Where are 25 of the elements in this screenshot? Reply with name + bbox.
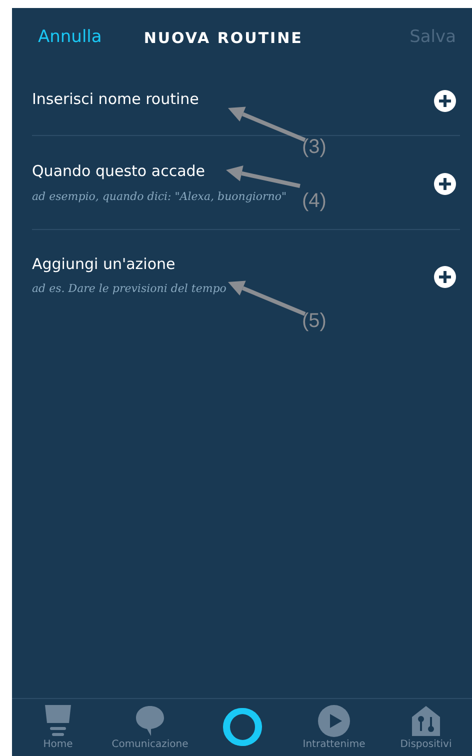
nav-item[interactable]: Home	[13, 705, 103, 751]
house-icon	[411, 705, 441, 737]
row-title: Quando questo accade	[32, 161, 206, 182]
cancel-button[interactable]: Annulla	[38, 25, 102, 51]
annotation-label: (4)	[302, 189, 326, 214]
add-icon[interactable]	[434, 88, 456, 110]
row-title: Inserisci nome routine	[32, 89, 199, 110]
speech-bubble-icon	[135, 705, 165, 737]
add-icon[interactable]	[434, 264, 456, 286]
nav-label: Intrattenime	[302, 739, 366, 751]
play-icon	[318, 705, 350, 737]
row-hint: ad esempio, quando dici: "Alexa, buongiorno"	[32, 188, 287, 204]
lamp-icon	[43, 705, 73, 737]
annotation-label: (5)	[302, 309, 326, 334]
annotation-label: (3)	[302, 135, 326, 160]
nav-item[interactable]: Dispositivi	[381, 705, 471, 751]
row-hint: ad es. Dare le previsioni del tempo	[32, 281, 226, 297]
screen-title: NUOVA ROUTINE	[144, 28, 303, 49]
add-icon[interactable]	[434, 172, 456, 194]
nav-label: Home	[43, 739, 73, 751]
nav-item[interactable]: Intrattenime	[289, 705, 379, 751]
nav-label: Comunicazione	[112, 739, 188, 751]
nav-label: Dispositivi	[400, 739, 452, 751]
nav-item[interactable]: Comunicazione	[105, 705, 195, 751]
row-title: Aggiungi un'azione	[32, 254, 176, 274]
